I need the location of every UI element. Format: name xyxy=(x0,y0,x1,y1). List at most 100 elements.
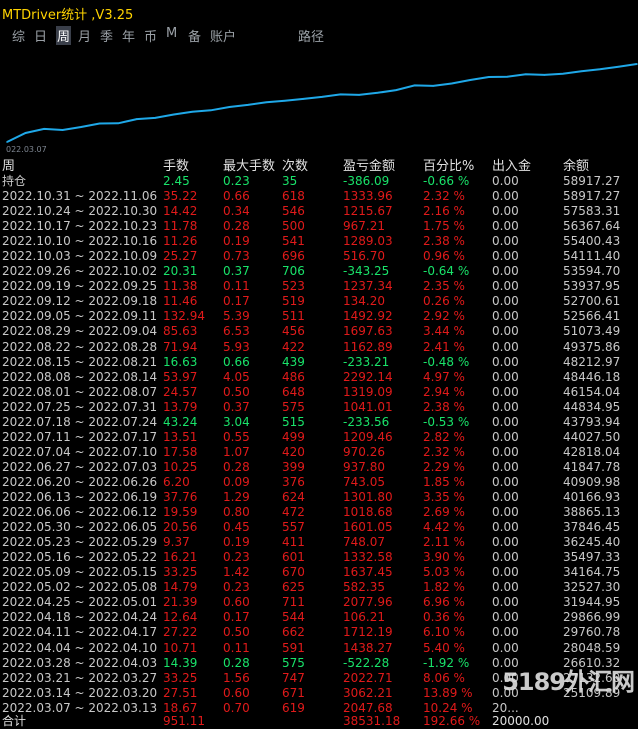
tab-5[interactable]: 年 xyxy=(122,26,135,45)
cell-lots: 132.94 xyxy=(163,309,205,324)
cell-pnl: 582.35 xyxy=(343,580,385,595)
tab-0[interactable]: 综 xyxy=(12,26,25,45)
cell-maxlots: 0.28 xyxy=(223,219,250,234)
tab-4[interactable]: 季 xyxy=(100,26,113,45)
cell-bal: 56367.64 xyxy=(563,219,621,234)
tab-8[interactable]: 备 xyxy=(188,26,201,45)
equity-point xyxy=(191,111,194,113)
cell-bal: 51073.49 xyxy=(563,324,621,339)
chart-start-date: 022.03.07 xyxy=(6,145,47,154)
equity-point xyxy=(617,65,620,68)
cell-pnl: 1697.63 xyxy=(343,324,393,339)
cell-count: 376 xyxy=(282,474,305,489)
cell-pnl: -522.28 xyxy=(343,655,390,670)
cell-pct: 4.97 % xyxy=(423,369,465,384)
cell-lots: 35.22 xyxy=(163,189,198,203)
tab-9[interactable]: 账户 xyxy=(210,26,236,45)
cell-bal: 32527.30 xyxy=(563,580,621,595)
table-row: 2022.10.10 ~ 2022.10.16 11.26 0.19 541 1289.… xyxy=(0,234,638,249)
cell-maxlots: 0.28 xyxy=(223,655,250,670)
equity-point xyxy=(562,73,564,75)
cell-pct: -0.53 % xyxy=(423,414,470,429)
cell-io: 0.00 xyxy=(492,459,519,474)
cell-io: 0.00 xyxy=(492,399,519,414)
cell-pnl: 1289.03 xyxy=(343,234,393,249)
equity-point xyxy=(450,82,453,85)
cell-io: 出入金 xyxy=(492,159,532,174)
cell-pnl: -233.56 xyxy=(343,414,390,429)
equity-point xyxy=(247,104,249,106)
cell-io: 0.00 xyxy=(492,414,519,429)
cell-pct: 2.94 % xyxy=(423,384,465,399)
cell-maxlots: 1.42 xyxy=(223,565,250,580)
cell-period: 2022.05.30 ~ 2022.06.05 xyxy=(2,520,158,535)
table-row: 2022.05.09 ~ 2022.05.15 33.25 1.42 670 1637.… xyxy=(0,565,638,580)
cell-pnl: 2077.96 xyxy=(343,595,393,610)
cell-period: 2022.03.21 ~ 2022.03.27 xyxy=(2,670,158,685)
cell-lots: 71.94 xyxy=(163,339,198,354)
cell-period: 2022.10.31 ~ 2022.11.06 xyxy=(2,189,158,203)
cell-io: 0.00 xyxy=(492,219,519,234)
cell-maxlots: 0.60 xyxy=(223,685,250,700)
cell-io: 0.00 xyxy=(492,294,519,309)
equity-point xyxy=(395,89,397,91)
table-row: 2022.09.26 ~ 2022.10.02 20.31 0.37 706 -343.… xyxy=(0,264,638,279)
cell-bal: 40909.98 xyxy=(563,474,621,489)
cell-period: 2022.04.11 ~ 2022.04.17 xyxy=(2,625,158,640)
cell-count: 472 xyxy=(282,505,305,520)
cell-period: 2022.06.06 ~ 2022.06.12 xyxy=(2,505,158,520)
cell-period: 2022.08.22 ~ 2022.08.28 xyxy=(2,339,158,354)
cell-bal: 53594.70 xyxy=(563,264,621,279)
cell-count: 575 xyxy=(282,399,305,414)
cell-count: 515 xyxy=(282,414,305,429)
cell-maxlots: 5.39 xyxy=(223,309,250,324)
cell-pnl: 1601.05 xyxy=(343,520,393,535)
cell-count: 523 xyxy=(282,279,305,294)
cell-period: 2022.06.20 ~ 2022.06.26 xyxy=(2,474,158,489)
tab-10[interactable]: 路径 xyxy=(298,26,324,45)
equity-point xyxy=(154,117,156,119)
cell-count: 411 xyxy=(282,535,305,550)
cell-period: 2022.07.18 ~ 2022.07.24 xyxy=(2,414,158,429)
cell-period: 2022.05.23 ~ 2022.05.29 xyxy=(2,535,158,550)
cell-bal: 57583.31 xyxy=(563,204,621,219)
table-row: 2022.04.11 ~ 2022.04.17 27.22 0.50 662 1712.… xyxy=(0,625,638,640)
tab-3[interactable]: 月 xyxy=(78,26,91,45)
cell-period: 2022.06.13 ~ 2022.06.19 xyxy=(2,490,158,504)
cell-bal: 52700.61 xyxy=(563,294,621,309)
cell-count: 670 xyxy=(282,565,305,580)
cell-lots: 14.79 xyxy=(163,580,198,595)
cell-period: 2022.08.15 ~ 2022.08.21 xyxy=(2,354,158,369)
tab-6[interactable]: 币 xyxy=(144,26,157,45)
cell-lots: 17.58 xyxy=(163,444,198,459)
cell-period: 2022.10.10 ~ 2022.10.16 xyxy=(2,234,158,249)
equity-point xyxy=(432,85,435,87)
table-row: 2022.07.11 ~ 2022.07.17 13.51 0.55 499 1209.… xyxy=(0,430,638,445)
cell-pnl: 1492.92 xyxy=(343,309,393,324)
tab-7[interactable]: M xyxy=(166,26,177,41)
cell-count: 546 xyxy=(282,204,305,219)
cell-maxlots: 0.37 xyxy=(223,399,250,414)
tab-2[interactable]: 周 xyxy=(56,26,72,45)
table-row: 2022.06.13 ~ 2022.06.19 37.76 1.29 624 1301.… xyxy=(0,490,638,505)
cell-pnl: 2292.14 xyxy=(343,369,393,384)
table-row: 2022.10.31 ~ 2022.11.06 35.22 0.66 618 1333.… xyxy=(0,189,638,204)
cell-bal: 54111.40 xyxy=(563,249,621,264)
cell-maxlots: 1.07 xyxy=(223,444,250,459)
cell-pnl: 748.07 xyxy=(343,535,385,550)
cell-maxlots: 0.11 xyxy=(223,640,250,655)
cell-lots: 13.79 xyxy=(163,399,198,414)
cell-lots: 6.20 xyxy=(163,474,190,489)
cell-period: 2022.09.26 ~ 2022.10.02 xyxy=(2,264,158,279)
window-title: MTDriver统计 ,V3.25 xyxy=(2,8,134,23)
table-row: 2022.04.18 ~ 2022.04.24 12.64 0.17 544 106.2… xyxy=(0,610,638,625)
cell-maxlots: 1.29 xyxy=(223,490,250,504)
total-pct: 192.66 % xyxy=(423,713,481,728)
equity-chart-svg xyxy=(6,63,638,143)
cell-lots: 24.57 xyxy=(163,384,198,399)
cell-maxlots: 0.19 xyxy=(223,234,250,249)
table-row: 2022.10.24 ~ 2022.10.30 14.42 0.34 546 1215.… xyxy=(0,204,638,219)
cell-io: 0.00 xyxy=(492,580,519,595)
tab-1[interactable]: 日 xyxy=(34,26,47,45)
cell-io: 0.00 xyxy=(492,324,519,339)
